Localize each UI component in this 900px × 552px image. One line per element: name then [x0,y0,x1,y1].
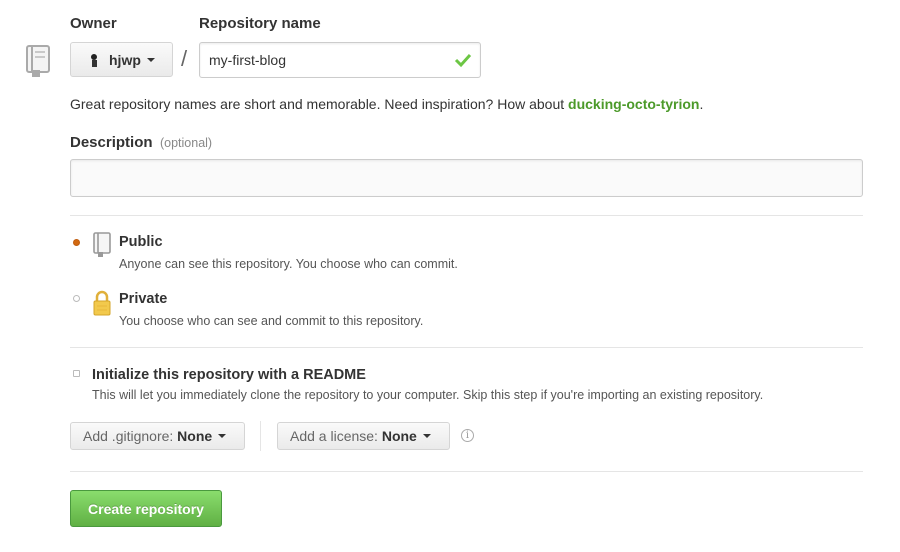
repo-name-value: my-first-blog [209,52,287,68]
readme-checkbox[interactable] [73,370,80,377]
description-label-row: Description (optional) [70,134,212,152]
private-desc: You choose who can see and commit to thi… [119,314,424,328]
private-title: Private [119,291,168,307]
owner-avatar [89,53,99,67]
gitignore-value: None [177,428,213,444]
lock-icon [92,289,112,322]
public-title: Public [119,234,163,250]
suggestion-link[interactable]: ducking-octo-tyrion [568,96,699,112]
divider [70,471,863,472]
private-radio[interactable] [73,295,80,302]
repo-name-label: Repository name [199,15,321,32]
chevron-down-icon [422,434,431,438]
license-prefix: Add a license: [290,428,382,444]
gitignore-prefix: Add .gitignore: [83,428,178,444]
public-repo-icon [92,232,112,263]
chevron-down-icon [218,434,227,438]
create-repository-button[interactable]: Create repository [70,490,222,527]
repo-name-input[interactable]: my-first-blog [199,42,481,78]
description-input[interactable] [70,159,863,197]
hint-text: Great repository names are short and mem… [70,96,569,112]
chevron-down-icon [146,57,155,62]
owner-value: hjwp [109,51,141,68]
vertical-divider [260,421,261,451]
create-repository-label: Create repository [88,500,204,517]
description-label: Description [70,134,153,151]
divider [70,347,863,348]
owner-label: Owner [70,15,117,32]
repo-book-icon [24,44,54,78]
owner-dropdown[interactable]: hjwp [70,42,173,77]
description-optional: (optional) [159,136,213,150]
check-icon [454,52,472,73]
public-desc: Anyone can see this repository. You choo… [119,257,458,271]
license-dropdown[interactable]: Add a license: None [277,422,450,450]
readme-title: Initialize this repository with a README [92,367,366,383]
gitignore-dropdown[interactable]: Add .gitignore: None [70,422,245,450]
repo-name-hint: Great repository names are short and mem… [70,96,703,112]
owner-repo-separator: / [181,46,188,71]
license-value: None [381,428,417,444]
readme-desc: This will let you immediately clone the … [92,388,764,402]
info-icon[interactable]: i [461,429,474,442]
hint-end: . [699,96,704,112]
divider [70,215,863,216]
public-radio[interactable] [73,239,80,246]
